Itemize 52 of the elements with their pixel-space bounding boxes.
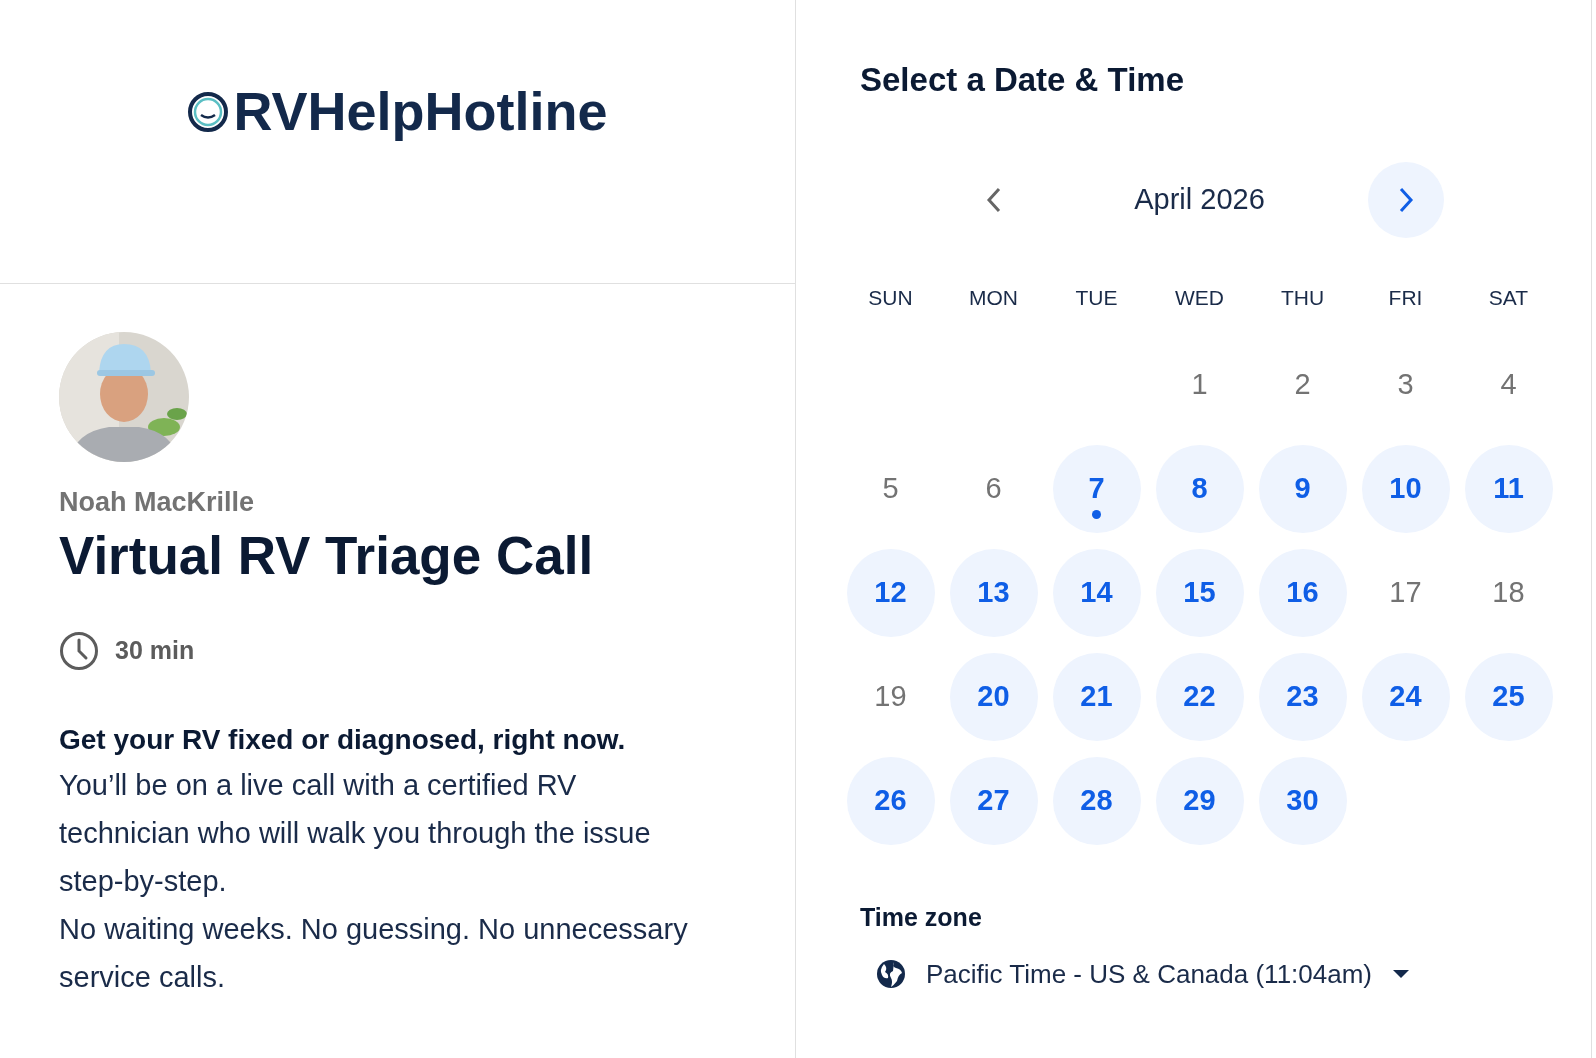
clock-icon bbox=[59, 630, 99, 671]
host-name: Noah MacKrille bbox=[59, 486, 256, 519]
available-day-button[interactable]: 11 bbox=[1464, 445, 1553, 534]
available-day-button[interactable]: 25 bbox=[1464, 653, 1553, 742]
available-day-button[interactable]: 27 bbox=[949, 757, 1038, 846]
weekday-label: THU bbox=[1279, 284, 1326, 311]
day-number: 17 bbox=[1388, 575, 1423, 611]
day-number: 1 bbox=[1190, 367, 1209, 403]
available-day-button[interactable]: 24 bbox=[1361, 653, 1450, 742]
available-day-button[interactable]: 22 bbox=[1155, 653, 1244, 742]
weekday-label: TUE bbox=[1074, 284, 1119, 311]
available-day-button[interactable]: 12 bbox=[846, 549, 935, 638]
available-day-button[interactable]: 8 bbox=[1155, 445, 1244, 534]
available-day-button[interactable]: 20 bbox=[949, 653, 1038, 742]
available-day-button[interactable]: 13 bbox=[949, 549, 1038, 638]
timezone-label: Time zone bbox=[860, 902, 983, 934]
available-day-button[interactable]: 15 bbox=[1155, 549, 1244, 638]
available-day-button[interactable]: 23 bbox=[1258, 653, 1347, 742]
weekday-label: WED bbox=[1174, 284, 1225, 311]
day-number: 19 bbox=[873, 679, 908, 715]
available-day-button[interactable]: 28 bbox=[1052, 757, 1141, 846]
description-headline: Get your RV fixed or diagnosed, right now. bbox=[59, 722, 627, 757]
available-day-button[interactable]: 30 bbox=[1258, 757, 1347, 846]
timezone-dropdown[interactable]: Pacific Time - US & Canada (11:04am) bbox=[876, 954, 1411, 994]
available-day-button[interactable]: 7 bbox=[1052, 445, 1141, 534]
brand-name: RVHelpHotline bbox=[233, 80, 608, 143]
available-day-button[interactable]: 16 bbox=[1258, 549, 1347, 638]
available-day-button[interactable]: 10 bbox=[1361, 445, 1450, 534]
available-day-button[interactable]: 14 bbox=[1052, 549, 1141, 638]
weekday-label: SUN bbox=[867, 284, 914, 311]
day-number: 3 bbox=[1396, 367, 1415, 403]
description-text: No waiting weeks. No guessing. No unnecessary service calls. bbox=[59, 911, 689, 995]
weekday-label: SAT bbox=[1487, 284, 1530, 311]
scheduler-title: Select a Date & Time bbox=[860, 60, 1186, 100]
day-number: 6 bbox=[984, 471, 1003, 507]
month-label: April 2026 bbox=[1133, 181, 1266, 217]
day-number: 2 bbox=[1293, 367, 1312, 403]
weekday-label: FRI bbox=[1387, 284, 1424, 311]
duration: 30 min bbox=[115, 635, 195, 667]
logo-icon bbox=[187, 90, 230, 133]
day-number: 18 bbox=[1491, 575, 1526, 611]
available-day-button[interactable]: 9 bbox=[1258, 445, 1347, 534]
day-number: 5 bbox=[881, 471, 900, 507]
available-day-button[interactable]: 21 bbox=[1052, 653, 1141, 742]
available-day-button[interactable]: 29 bbox=[1155, 757, 1244, 846]
weekday-label: MON bbox=[968, 284, 1019, 311]
event-title: Virtual RV Triage Call bbox=[59, 526, 595, 585]
day-number: 4 bbox=[1499, 367, 1518, 403]
description-text: You’ll be on a live call with a certified RV technician who will walk you through the issue step-by-step. bbox=[59, 767, 652, 899]
caret-icon bbox=[1392, 969, 1411, 980]
available-day-button[interactable]: 26 bbox=[846, 757, 935, 846]
globe-icon bbox=[876, 959, 906, 990]
